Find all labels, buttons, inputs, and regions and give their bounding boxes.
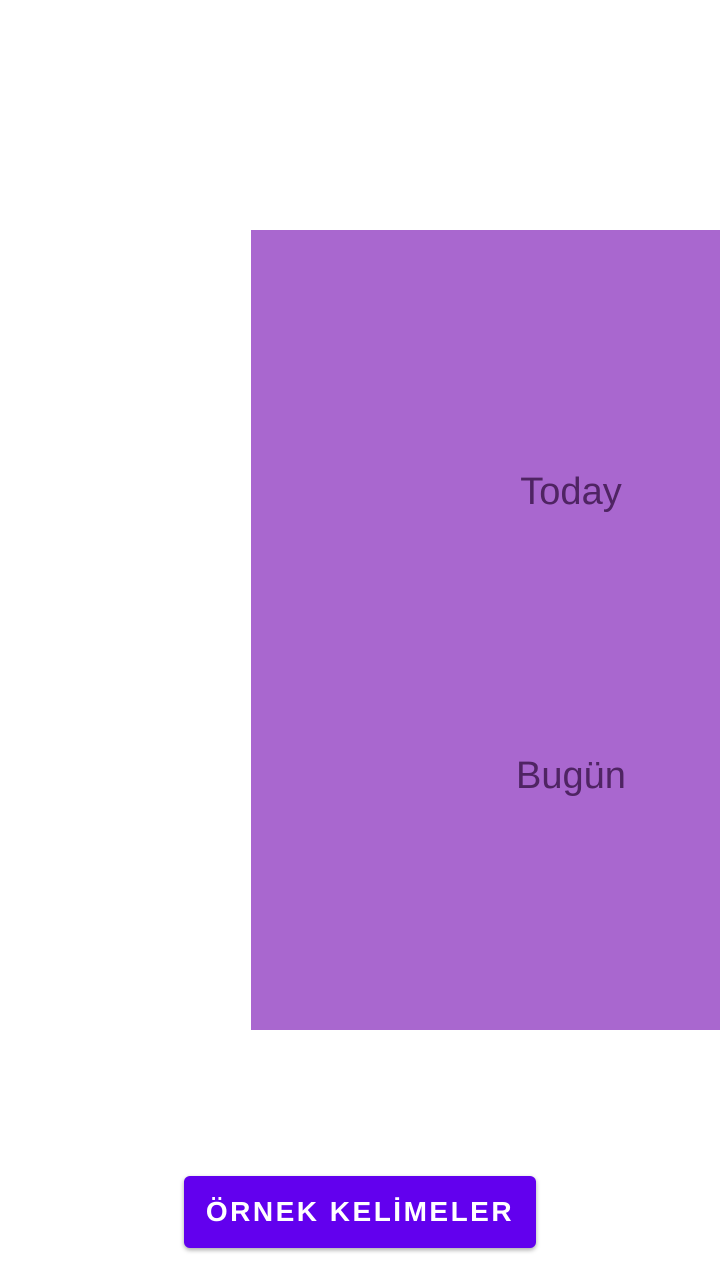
flashcard[interactable]: Today Bugün [251,230,720,1030]
app-screen: Today Bugün ÖRNEK KELİMELER [0,0,720,1280]
word-english: Today [520,471,622,513]
word-turkish: Bugün [516,755,626,797]
example-words-button[interactable]: ÖRNEK KELİMELER [184,1176,536,1248]
